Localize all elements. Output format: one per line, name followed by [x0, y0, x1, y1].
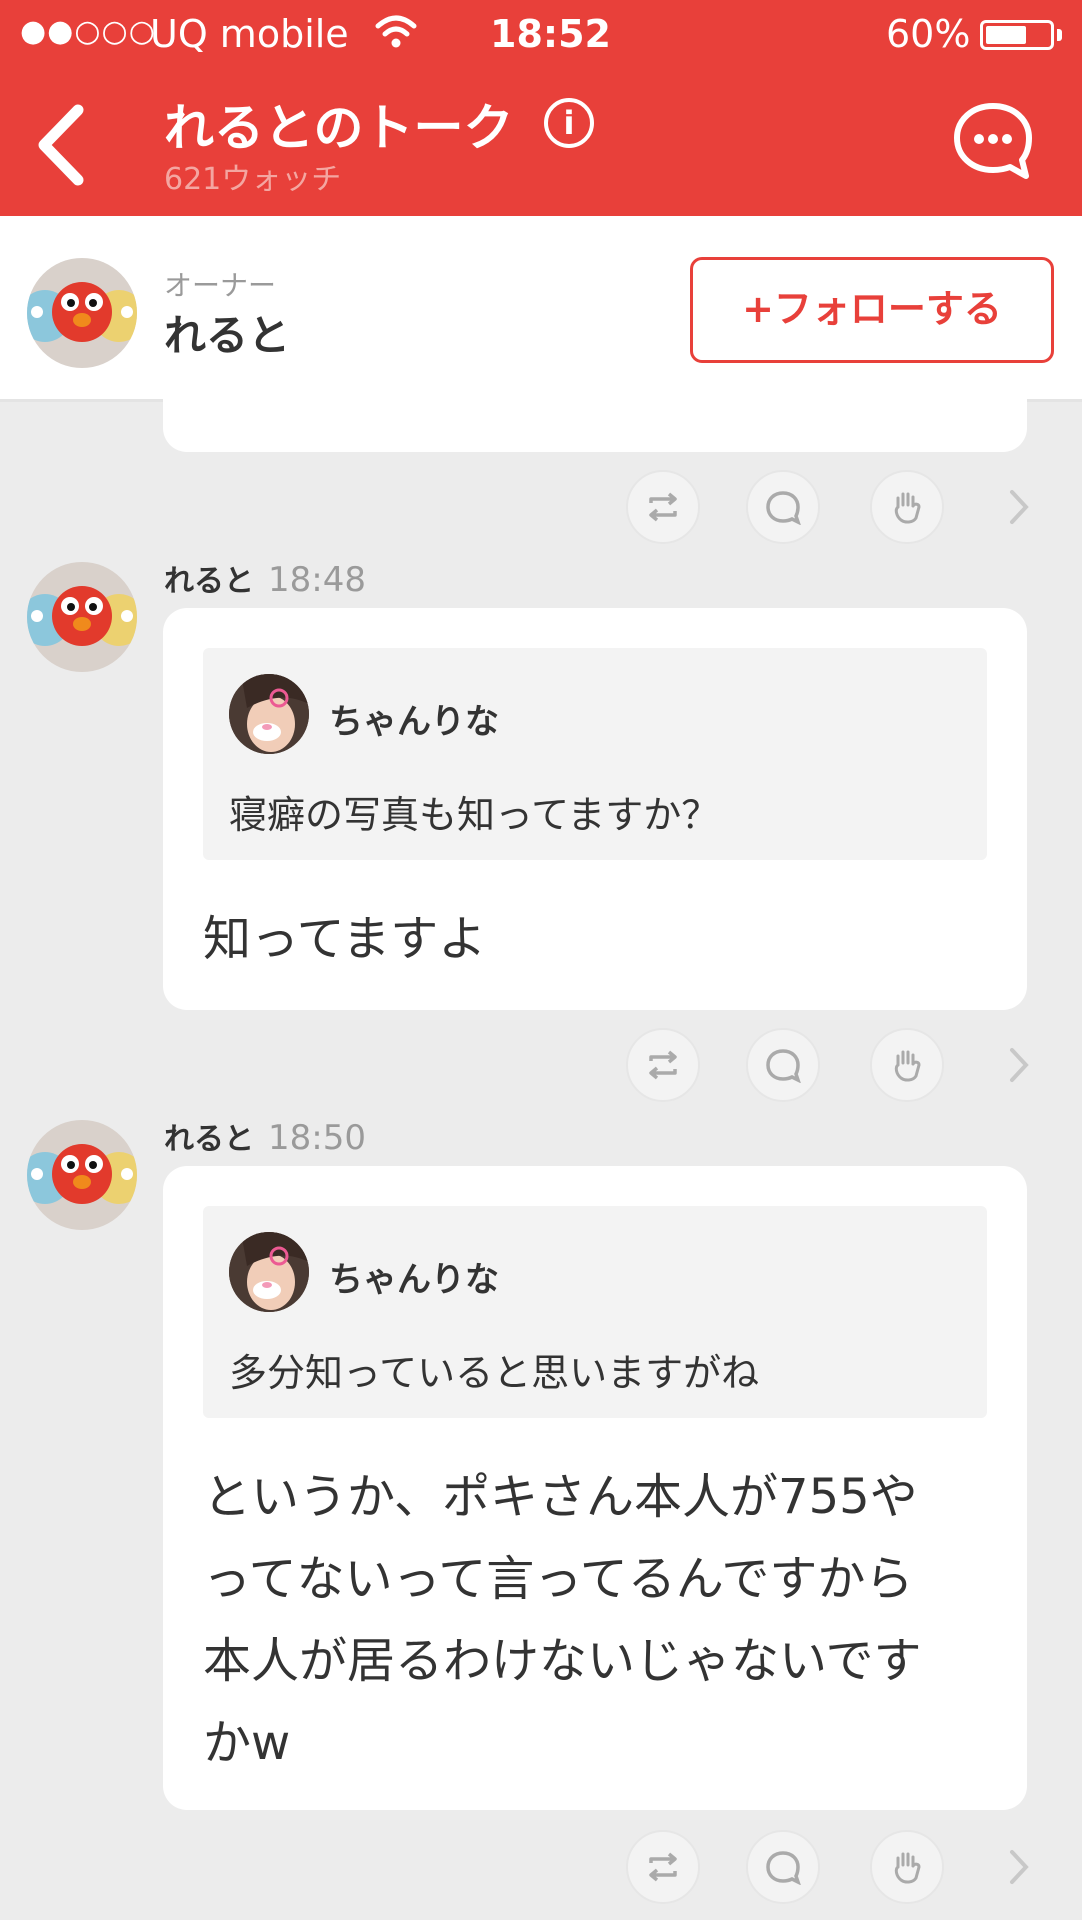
clap-icon	[894, 492, 921, 524]
info-icon[interactable]: i	[544, 98, 594, 148]
previous-post-card	[163, 380, 1027, 452]
quoted-message[interactable]: ちゃんりな 寝癖の写真も知ってますか？	[203, 648, 987, 860]
repost-icon	[649, 1050, 677, 1080]
owner-avatar[interactable]	[27, 258, 137, 368]
reply-line: 本人が居るわけないじゃないです	[203, 1633, 922, 1689]
reply-line: かw	[203, 1715, 291, 1771]
post-time: 18:50	[268, 1118, 366, 1158]
comment-icon	[766, 1049, 801, 1083]
plush-avatar-icon	[27, 282, 137, 342]
reply-text: というか、ポキさん本人が755や ってないって言ってるんですから 本人が居るわけ…	[203, 1456, 1003, 1784]
person-avatar-icon	[229, 674, 309, 754]
comment-button[interactable]	[746, 1028, 820, 1102]
comment-button[interactable]	[746, 470, 820, 544]
chevron-right-icon[interactable]	[1004, 486, 1034, 528]
follow-button[interactable]: +フォローする	[690, 257, 1054, 363]
comment-icon	[766, 491, 801, 525]
battery-percent: 60%	[886, 12, 971, 56]
person-avatar-icon	[229, 1232, 309, 1312]
post-actions	[626, 1830, 1046, 1904]
quote-author-name: ちゃんりな	[329, 1260, 499, 1300]
repost-button[interactable]	[626, 1830, 700, 1904]
plush-avatar-icon	[27, 586, 137, 646]
carrier-name: UQ mobile	[150, 12, 349, 56]
post-author-name: れると	[164, 1122, 254, 1157]
post-time: 18:48	[268, 560, 366, 600]
comment-button[interactable]	[746, 1830, 820, 1904]
quoted-message[interactable]: ちゃんりな 多分知っていると思いますがね	[203, 1206, 987, 1418]
clap-button[interactable]	[870, 1028, 944, 1102]
watch-count: 621ウォッチ	[164, 162, 342, 197]
post-card[interactable]: ちゃんりな 多分知っていると思いますがね というか、ポキさん本人が755や って…	[163, 1166, 1027, 1810]
owner-name: れると	[164, 311, 291, 360]
owner-bar: オーナー れると +フォローする	[0, 216, 1082, 402]
quote-text: 多分知っていると思いますがね	[229, 1351, 760, 1395]
post-actions	[626, 1028, 1046, 1102]
post-card[interactable]: ちゃんりな 寝癖の写真も知ってますか？ 知ってますよ	[163, 608, 1027, 1010]
repost-icon	[649, 1852, 677, 1882]
repost-button[interactable]	[626, 1028, 700, 1102]
back-chevron-icon[interactable]	[32, 100, 92, 190]
talk-title: れるとのトーク	[164, 99, 514, 157]
post-author-name: れると	[164, 564, 254, 599]
repost-icon	[649, 492, 677, 522]
app-header: ●●○○○ UQ mobile 18:52 60% れるとのトーク i 621ウ…	[0, 0, 1082, 216]
quote-author-avatar	[229, 674, 309, 754]
battery-tip	[1057, 29, 1062, 41]
chevron-right-icon[interactable]	[1004, 1846, 1034, 1888]
reply-text: 知ってますよ	[203, 898, 1003, 980]
chat-bubble-icon[interactable]	[952, 100, 1034, 182]
post-author-avatar[interactable]	[27, 562, 137, 672]
clap-button[interactable]	[870, 1830, 944, 1904]
quote-author-name: ちゃんりな	[329, 702, 499, 742]
post-meta: れると 18:48	[164, 556, 366, 600]
signal-strength: ●●○○○	[20, 14, 156, 49]
wifi-icon	[375, 15, 417, 48]
status-bar: ●●○○○ UQ mobile 18:52 60%	[0, 0, 1082, 70]
clap-button[interactable]	[870, 470, 944, 544]
chevron-right-icon[interactable]	[1004, 1044, 1034, 1086]
plush-avatar-icon	[27, 1144, 137, 1204]
owner-role-label: オーナー	[164, 269, 277, 302]
reply-line: ってないって言ってるんですから	[203, 1551, 914, 1607]
post-actions	[626, 470, 1046, 544]
quote-author-avatar	[229, 1232, 309, 1312]
post-author-avatar[interactable]	[27, 1120, 137, 1230]
battery-icon	[980, 20, 1054, 50]
quote-text: 寝癖の写真も知ってますか？	[229, 793, 720, 837]
post-meta: れると 18:50	[164, 1114, 366, 1158]
clap-icon	[894, 1050, 921, 1082]
clap-icon	[894, 1852, 921, 1884]
repost-button[interactable]	[626, 470, 700, 544]
reply-line: 知ってますよ	[203, 911, 487, 967]
status-time: 18:52	[490, 12, 611, 56]
reply-line: というか、ポキさん本人が755や	[203, 1469, 918, 1525]
comment-icon	[766, 1851, 801, 1885]
